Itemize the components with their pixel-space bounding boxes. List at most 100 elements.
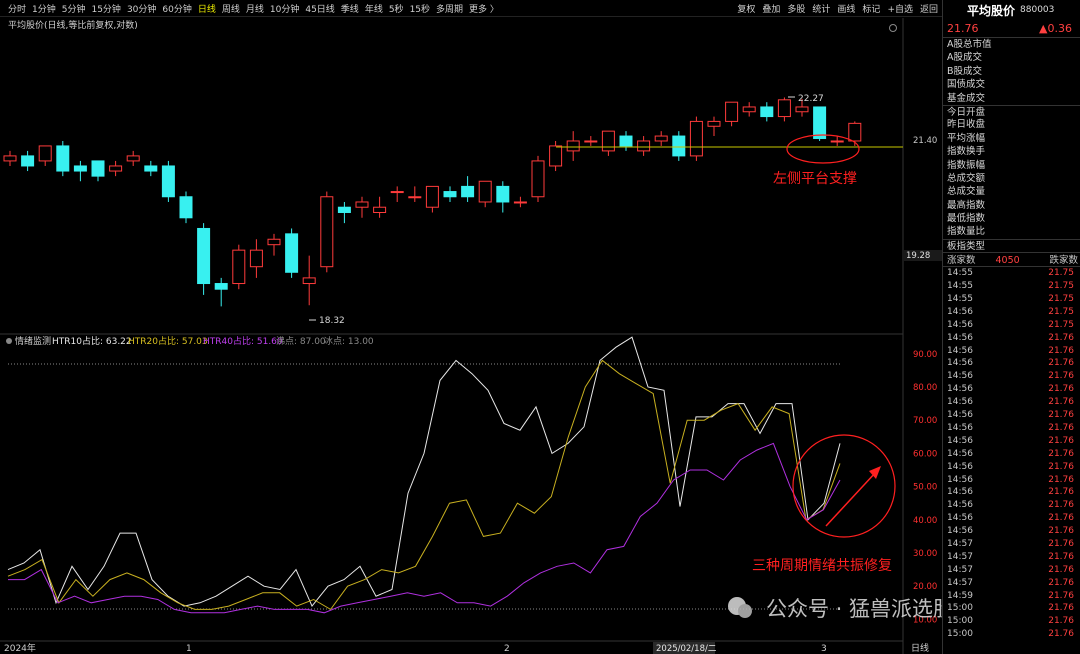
candle[interactable] <box>267 233 281 256</box>
tick-row: 14:56 21.76 <box>947 357 1074 370</box>
candle[interactable] <box>760 102 774 122</box>
candle[interactable] <box>443 186 457 202</box>
resonance-annotation: 三种周期情绪共振修复 <box>752 557 892 574</box>
tick-value: 21.76 <box>1048 500 1074 511</box>
candle[interactable] <box>425 185 439 213</box>
tick-value: 21.76 <box>1048 577 1074 588</box>
candle[interactable] <box>672 131 686 161</box>
candle-body <box>725 101 739 122</box>
tick-row: 14:57 21.76 <box>947 577 1074 590</box>
candle[interactable] <box>725 101 739 127</box>
tick-row: 14:56 21.76 <box>947 461 1074 474</box>
tick-time: 14:56 <box>947 319 973 330</box>
tick-list[interactable]: 14:55 21.75 14:55 21.75 14:55 21.75 14:56 21.75… <box>943 267 1080 641</box>
candle-body <box>848 122 862 142</box>
candle[interactable] <box>320 191 334 273</box>
candle-body <box>531 160 545 198</box>
resonance-circle <box>792 434 896 538</box>
tick-time: 14:56 <box>947 461 973 472</box>
candle[interactable] <box>109 160 123 177</box>
candle[interactable] <box>742 102 756 117</box>
candle-body <box>390 191 404 194</box>
tick-value: 21.76 <box>1048 371 1074 382</box>
candle-body <box>355 201 369 208</box>
candle-body <box>302 277 316 285</box>
tick-row: 14:55 21.75 <box>947 280 1074 293</box>
settings-gear-icon[interactable] <box>889 24 897 32</box>
date-label-1: 1 <box>186 644 192 654</box>
candle[interactable] <box>337 201 351 224</box>
candle[interactable] <box>38 145 52 166</box>
candle-body <box>478 180 492 203</box>
candle-body <box>813 106 827 140</box>
tick-time: 14:57 <box>947 551 973 562</box>
candle[interactable] <box>126 150 140 166</box>
tick-value: 21.76 <box>1048 345 1074 356</box>
candle-body <box>689 120 703 157</box>
tick-row: 14:56 21.76 <box>947 525 1074 538</box>
tick-row: 14:57 21.76 <box>947 538 1074 551</box>
date-label-4: 3 <box>821 644 827 654</box>
candle[interactable] <box>601 130 615 156</box>
kline-chart-area[interactable]: 平均股价(日线,等比前复权,对数) 左侧平台支撑 22.27 18.32 21.… <box>0 0 942 654</box>
candle[interactable] <box>21 150 35 172</box>
candle[interactable] <box>654 131 668 146</box>
tick-row: 14:56 21.76 <box>947 435 1074 448</box>
candle[interactable] <box>355 196 369 218</box>
candle[interactable] <box>161 160 175 202</box>
candle[interactable] <box>179 191 193 224</box>
candle-body <box>232 249 246 285</box>
candle[interactable] <box>73 160 87 182</box>
candle[interactable] <box>707 116 721 137</box>
candle-body <box>777 99 791 118</box>
tick-value: 21.76 <box>1048 616 1074 627</box>
indicator-axis-label: 70.00 <box>913 416 937 426</box>
quote-change: ▲0.36 <box>1039 22 1072 35</box>
tick-value: 21.76 <box>1048 538 1074 549</box>
tick-value: 21.76 <box>1048 448 1074 459</box>
htr20-line <box>7 359 841 611</box>
candle[interactable] <box>197 223 211 295</box>
candle[interactable] <box>549 140 563 172</box>
candle[interactable] <box>285 228 299 278</box>
candle[interactable] <box>461 176 475 202</box>
candle-body <box>425 185 439 208</box>
candle[interactable] <box>144 160 158 177</box>
tick-time: 14:56 <box>947 332 973 343</box>
date-axis-mode[interactable]: 日线 <box>911 642 929 654</box>
tick-time: 14:56 <box>947 448 973 459</box>
candle[interactable] <box>56 140 70 177</box>
candle[interactable] <box>302 255 316 306</box>
indicator-axis-label: 30.00 <box>913 549 937 559</box>
candle[interactable] <box>390 186 404 202</box>
tick-time: 14:56 <box>947 410 973 421</box>
candle[interactable] <box>637 136 651 156</box>
candle[interactable] <box>249 239 263 278</box>
candle[interactable] <box>373 196 387 218</box>
date-label-2: 2 <box>504 644 510 654</box>
candle[interactable] <box>3 150 17 166</box>
indicator-axis-label: 40.00 <box>913 516 937 526</box>
indicator-name: 情绪监测 <box>15 335 51 347</box>
candle[interactable] <box>531 155 545 202</box>
candle[interactable] <box>214 277 228 307</box>
candle[interactable] <box>408 186 422 202</box>
tick-row: 15:00 21.76 <box>947 628 1074 641</box>
candle[interactable] <box>689 116 703 161</box>
candle-body <box>267 238 281 246</box>
tick-value: 21.76 <box>1048 332 1074 343</box>
candle[interactable] <box>584 136 598 146</box>
candle[interactable] <box>619 131 633 151</box>
candle-body <box>161 165 175 198</box>
candle[interactable] <box>496 181 510 213</box>
candle[interactable] <box>232 244 246 290</box>
candle[interactable] <box>566 131 580 161</box>
tick-row: 14:56 21.75 <box>947 319 1074 332</box>
candle[interactable] <box>777 97 791 122</box>
candle[interactable] <box>91 160 105 182</box>
candle[interactable] <box>478 180 492 208</box>
indicator-collapse-icon[interactable] <box>6 338 12 344</box>
candle-body <box>144 165 158 172</box>
candle[interactable] <box>513 196 527 208</box>
tick-value: 21.76 <box>1048 435 1074 446</box>
